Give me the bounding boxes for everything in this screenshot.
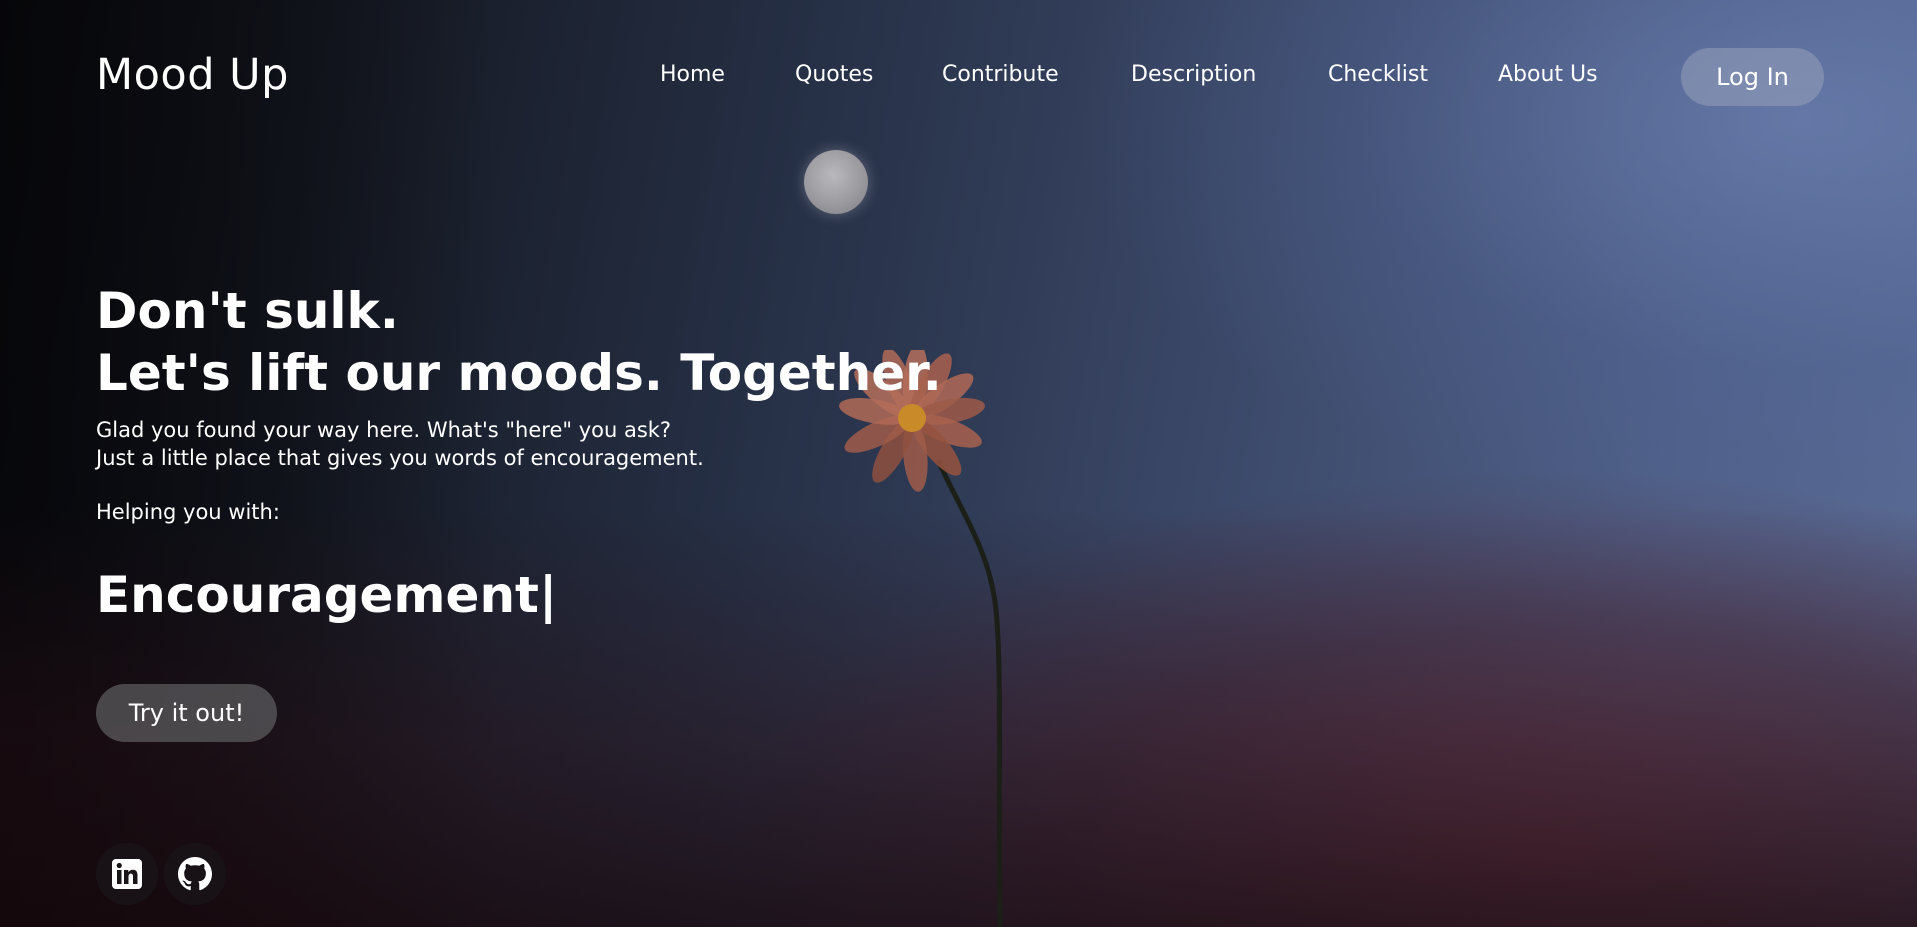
nav-item-checklist[interactable]: Checklist — [1328, 62, 1428, 87]
linkedin-icon — [112, 859, 142, 889]
hero-subtitle-line-2: Just a little place that gives you words… — [96, 446, 704, 470]
nav-item-description[interactable]: Description — [1131, 62, 1256, 87]
hero-title-line-1: Don't sulk. — [96, 282, 399, 340]
hero-subtitle: Glad you found your way here. What's "he… — [96, 416, 704, 472]
login-button[interactable]: Log In — [1681, 48, 1824, 106]
landing-page: Mood Up Home Quotes Contribute Descripti… — [0, 0, 1917, 927]
flower-image — [839, 350, 1003, 927]
brand-logo[interactable]: Mood Up — [96, 50, 289, 100]
hero-title: Don't sulk. Let's lift our moods. Togeth… — [96, 280, 942, 404]
hero-subtitle-line-1: Glad you found your way here. What's "he… — [96, 418, 672, 442]
try-it-out-button[interactable]: Try it out! — [96, 684, 277, 742]
nav-item-about-us[interactable]: About Us — [1498, 62, 1598, 87]
github-button[interactable] — [164, 843, 226, 905]
moon-image — [804, 150, 868, 214]
helping-label: Helping you with: — [96, 500, 280, 524]
nav-item-quotes[interactable]: Quotes — [795, 62, 873, 87]
github-icon — [178, 857, 212, 891]
hero-title-line-2: Let's lift our moods. Together. — [96, 344, 942, 402]
nav-item-contribute[interactable]: Contribute — [942, 62, 1059, 87]
nav-item-home[interactable]: Home — [660, 62, 725, 87]
linkedin-button[interactable] — [96, 843, 158, 905]
typed-text: Encouragement| — [96, 566, 558, 624]
